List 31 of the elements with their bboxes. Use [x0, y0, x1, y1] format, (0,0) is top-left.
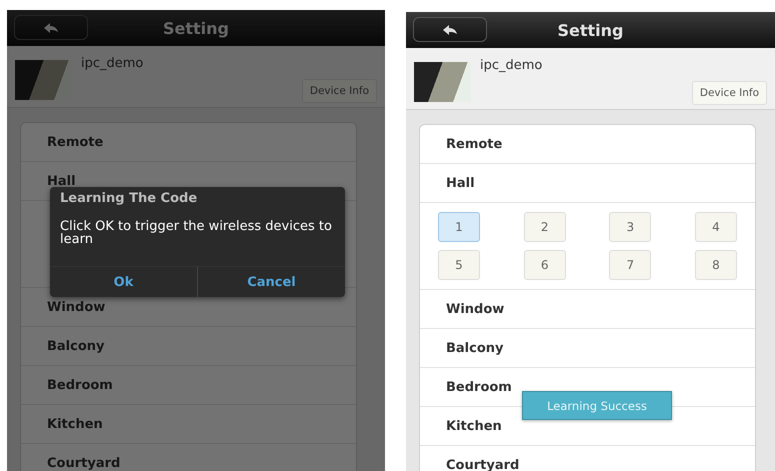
device-name: ipc_demo: [480, 58, 544, 73]
dialog-button[interactable]: Cancel: [197, 267, 345, 297]
channel-key[interactable]: 2: [524, 212, 566, 242]
back-arrow-icon: [443, 24, 457, 34]
device-info-button[interactable]: Device Info: [302, 79, 377, 103]
room-item[interactable]: Hall: [420, 164, 755, 203]
room-item[interactable]: Balcony: [420, 329, 755, 368]
room-item[interactable]: Courtyard: [420, 446, 755, 471]
success-toast: Learning Success: [522, 391, 672, 420]
room-item[interactable]: Window: [420, 290, 755, 329]
device-info-button[interactable]: Device Info: [692, 81, 767, 105]
room-item[interactable]: Balcony: [21, 327, 356, 366]
device-name: ipc_demo: [81, 56, 144, 71]
dialog-message: Click OK to trigger the wireless devices to learn: [59, 218, 333, 246]
channel-key[interactable]: 6: [524, 250, 566, 280]
room-item[interactable]: Remote: [420, 125, 755, 164]
channel-key[interactable]: 3: [609, 212, 652, 242]
channel-key[interactable]: 7: [609, 250, 652, 280]
room-item[interactable]: Bedroom: [21, 366, 356, 405]
back-button[interactable]: [413, 17, 487, 42]
camera-thumbnail: [414, 62, 471, 102]
room-item[interactable]: Courtyard: [21, 444, 356, 471]
channel-key[interactable]: 8: [694, 250, 737, 280]
channel-key[interactable]: 5: [438, 250, 480, 280]
room-item[interactable]: Kitchen: [21, 405, 356, 444]
channel-key[interactable]: 1: [438, 212, 480, 242]
screen-title: Setting: [558, 20, 624, 40]
back-arrow-icon: [44, 22, 58, 32]
channel-key[interactable]: 4: [694, 212, 737, 242]
room-item[interactable]: Remote: [21, 123, 356, 162]
screen-title: Setting: [163, 18, 229, 38]
